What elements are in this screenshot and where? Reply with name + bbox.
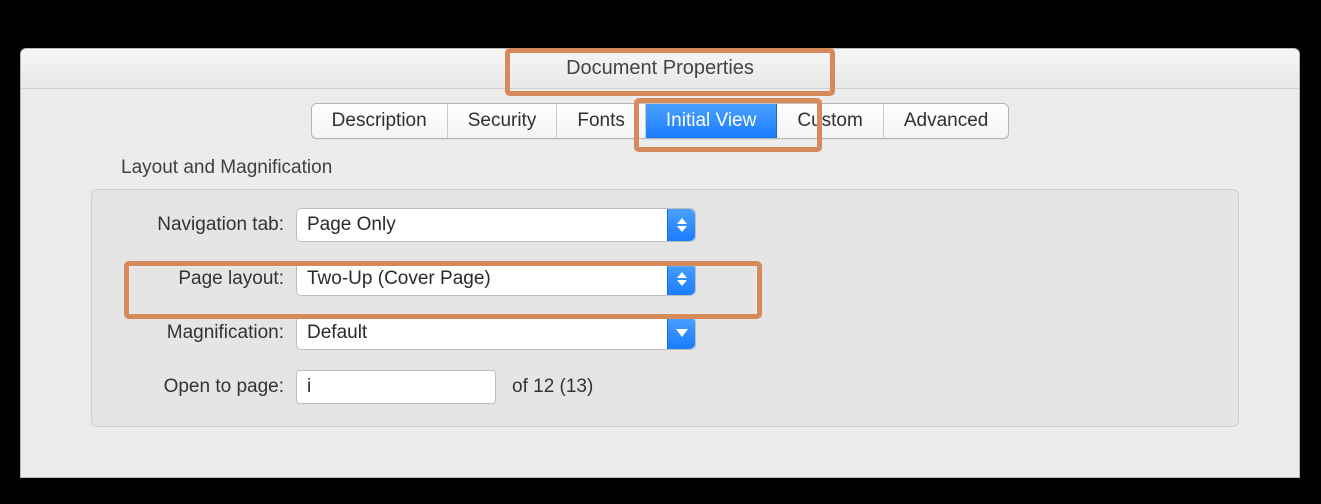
open-to-page-suffix: of 12 (13) bbox=[512, 376, 593, 398]
tab-group: Description Security Fonts Initial View … bbox=[311, 103, 1010, 139]
navigation-tab-value: Page Only bbox=[307, 214, 396, 236]
tab-security[interactable]: Security bbox=[448, 104, 558, 138]
tab-advanced[interactable]: Advanced bbox=[884, 104, 1009, 138]
open-to-page-label: Open to page: bbox=[116, 376, 296, 398]
magnification-value: Default bbox=[307, 322, 367, 344]
layout-magnification-group: Navigation tab: Page Only Page layout: T… bbox=[91, 189, 1239, 427]
section-title: Layout and Magnification bbox=[121, 157, 1239, 179]
tab-custom[interactable]: Custom bbox=[777, 104, 883, 138]
titlebar: Document Properties bbox=[21, 49, 1299, 89]
window-title: Document Properties bbox=[566, 57, 754, 80]
row-page-layout: Page layout: Two-Up (Cover Page) bbox=[116, 262, 1214, 296]
open-to-page-input[interactable] bbox=[296, 370, 496, 404]
navigation-tab-dropdown[interactable]: Page Only bbox=[296, 208, 696, 242]
updown-arrows-icon bbox=[667, 209, 695, 241]
row-navigation-tab: Navigation tab: Page Only bbox=[116, 208, 1214, 242]
tab-description[interactable]: Description bbox=[312, 104, 448, 138]
magnification-label: Magnification: bbox=[116, 322, 296, 344]
document-properties-window: Document Properties Description Security… bbox=[20, 48, 1300, 478]
page-layout-dropdown[interactable]: Two-Up (Cover Page) bbox=[296, 262, 696, 296]
row-magnification: Magnification: Default bbox=[116, 316, 1214, 350]
tab-fonts[interactable]: Fonts bbox=[557, 104, 646, 138]
updown-arrows-icon bbox=[667, 263, 695, 295]
navigation-tab-label: Navigation tab: bbox=[116, 214, 296, 236]
content-panel: Layout and Magnification Navigation tab:… bbox=[91, 157, 1239, 427]
tab-initial-view[interactable]: Initial View bbox=[646, 104, 777, 138]
row-open-to-page: Open to page: of 12 (13) bbox=[116, 370, 1214, 404]
page-layout-value: Two-Up (Cover Page) bbox=[307, 268, 491, 290]
magnification-combobox[interactable]: Default bbox=[296, 316, 696, 350]
chevron-down-icon bbox=[667, 317, 695, 349]
tab-strip: Description Security Fonts Initial View … bbox=[21, 103, 1299, 139]
page-layout-label: Page layout: bbox=[116, 268, 296, 290]
